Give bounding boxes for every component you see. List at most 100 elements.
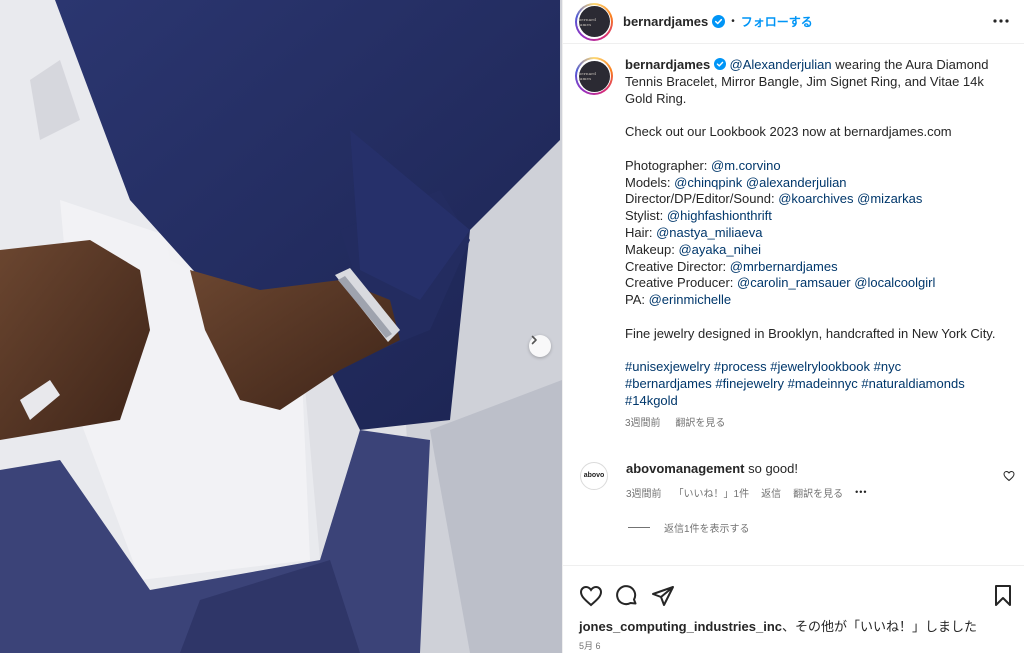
- avatar-logo: bernard james: [578, 6, 610, 37]
- post-date[interactable]: 5月 6: [563, 639, 1024, 652]
- hashtag-link[interactable]: #bernardjames: [625, 376, 712, 391]
- paper-plane-icon: [652, 585, 674, 606]
- chevron-right-icon: [531, 335, 537, 345]
- likes-summary: jones_computing_industries_inc、その他が「いいね！…: [563, 616, 1024, 635]
- credit-line: Stylist: @highfashionthrift: [625, 208, 1005, 225]
- photo-illustration: [0, 0, 562, 653]
- caption-time: 3週間前: [625, 417, 661, 429]
- comment-meta: 3週間前 「いいね！」1件 返信 翻訳を見る •••: [626, 485, 880, 500]
- caption-username[interactable]: bernardjames: [625, 57, 710, 72]
- post-panel: bernard james bernardjames • フォローする bern…: [562, 0, 1024, 653]
- comment-translate-link[interactable]: 翻訳を見る: [793, 485, 843, 500]
- credit-label: Director/DP/Editor/Sound:: [625, 191, 779, 207]
- follow-button[interactable]: フォローする: [741, 13, 813, 30]
- credit-line: Director/DP/Editor/Sound: @koarchives @m…: [625, 191, 1005, 208]
- mention-link[interactable]: @nastya_miliaeva: [656, 225, 762, 240]
- credit-line: Photographer: @m.corvino: [625, 158, 1005, 175]
- mention-link[interactable]: @alexanderjulian: [746, 175, 847, 190]
- comment-more-icon[interactable]: •••: [855, 487, 867, 497]
- credit-line: Makeup: @ayaka_nihei: [625, 242, 1005, 259]
- header-separator: •: [731, 16, 735, 27]
- liked-by-text: 、その他が「いいね！」しました: [782, 619, 978, 634]
- save-button[interactable]: [993, 584, 1013, 608]
- more-options-button[interactable]: [992, 12, 1010, 33]
- post-photo: [0, 0, 562, 653]
- see-translation-link[interactable]: 翻訳を見る: [675, 418, 725, 429]
- mention-link[interactable]: @chinqpink: [674, 175, 742, 190]
- view-replies-label: 返信1件を表示する: [664, 523, 750, 535]
- mention-link[interactable]: @highfashionthrift: [667, 208, 772, 223]
- hashtag-link[interactable]: #nyc: [874, 359, 901, 374]
- avatar-logo: bernard james: [578, 60, 610, 92]
- hashtag-link[interactable]: #jewelrylookbook: [770, 359, 870, 374]
- credit-label: Stylist:: [625, 208, 667, 224]
- mention-link[interactable]: @mizarkas: [857, 191, 922, 206]
- ellipsis-icon: [993, 19, 1009, 23]
- credit-label: Models:: [625, 174, 675, 190]
- hashtag-link[interactable]: #process: [714, 359, 767, 374]
- caption-hashtags: #unisexjewelry #process #jewelrylookbook…: [625, 359, 1005, 409]
- mention-link[interactable]: @ayaka_nihei: [678, 242, 761, 257]
- comment-button[interactable]: [615, 584, 639, 608]
- replies-divider: [628, 526, 650, 528]
- comment-bubble-icon: [616, 584, 637, 605]
- caption-fine-jewelry: Fine jewelry designed in Brooklyn, handc…: [625, 325, 996, 341]
- mention-link[interactable]: @mrbernardjames: [730, 259, 838, 274]
- bookmark-icon: [995, 584, 1011, 606]
- comments-scroll-area[interactable]: bernard james bernardjames @Alexanderjul…: [563, 44, 1024, 564]
- credit-label: Creative Producer:: [625, 275, 737, 291]
- caption-avatar[interactable]: bernard james: [575, 57, 613, 95]
- credit-line: PA: @erinmichelle: [625, 292, 1005, 309]
- reply-button[interactable]: 返信: [761, 485, 781, 500]
- credit-line: Models: @chinqpink @alexanderjulian: [625, 175, 1005, 192]
- credit-line: Hair: @nastya_miliaeva: [625, 225, 1005, 242]
- hashtag-link[interactable]: #naturaldiamonds: [861, 376, 964, 391]
- hashtag-link[interactable]: #unisexjewelry: [625, 359, 710, 374]
- credit-line: Creative Director: @mrbernardjames: [625, 259, 1005, 276]
- mention-link[interactable]: @localcoolgirl: [854, 275, 935, 290]
- comment: abovo abovomanagement so good! 3週間前 「いいね…: [563, 461, 1024, 500]
- mention-link[interactable]: @erinmichelle: [649, 292, 732, 307]
- heart-icon: [579, 585, 603, 606]
- profile-avatar[interactable]: bernard james: [575, 2, 613, 41]
- share-button[interactable]: [651, 584, 675, 608]
- like-button[interactable]: [579, 584, 603, 608]
- carousel-next-button[interactable]: [529, 335, 551, 357]
- commenter-username[interactable]: abovomanagement: [626, 461, 744, 476]
- caption-credits: Photographer: @m.corvino Models: @chinqpi…: [625, 158, 1005, 309]
- credit-label: Creative Director:: [625, 258, 730, 274]
- mention-link[interactable]: @carolin_ramsauer: [737, 275, 851, 290]
- caption-lookbook: Check out our Lookbook 2023 now at berna…: [625, 124, 952, 140]
- hashtag-line: #14kgold: [625, 393, 1005, 410]
- view-replies-button[interactable]: 返信1件を表示する: [628, 520, 1024, 535]
- comment-like-button[interactable]: [1003, 470, 1015, 485]
- caption-text: bernardjames @Alexanderjulian wearing th…: [625, 57, 1005, 433]
- credit-label: Makeup:: [625, 241, 679, 257]
- comment-time: 3週間前: [626, 488, 662, 500]
- hashtag-link[interactable]: #14kgold: [625, 393, 678, 408]
- credit-label: PA:: [625, 292, 649, 308]
- credit-label: Photographer:: [625, 157, 712, 173]
- mention-link[interactable]: @m.corvino: [711, 158, 781, 173]
- mention-link[interactable]: @Alexanderjulian: [730, 57, 832, 72]
- heart-icon: [1003, 470, 1015, 481]
- comment-text: so good!: [744, 460, 798, 476]
- caption-intro: bernardjames @Alexanderjulian wearing th…: [625, 57, 1005, 107]
- header-username[interactable]: bernardjames: [623, 14, 708, 29]
- commenter-avatar[interactable]: abovo: [580, 461, 608, 490]
- verified-badge-icon: [713, 58, 726, 70]
- hashtag-link[interactable]: #finejewelry: [715, 376, 784, 391]
- caption-meta: 3週間前 翻訳を見る: [625, 416, 1005, 433]
- mention-link[interactable]: @koarchives: [778, 191, 853, 206]
- caption: bernard james bernardjames @Alexanderjul…: [563, 44, 1024, 433]
- credit-line: Creative Producer: @carolin_ramsauer @lo…: [625, 275, 1005, 292]
- hashtag-link[interactable]: #madeinnyc: [788, 376, 858, 391]
- verified-badge-icon: [712, 15, 726, 28]
- comment-body: abovomanagement so good!: [626, 461, 880, 477]
- hashtag-line: #bernardjames #finejewelry #madeinnyc #n…: [625, 376, 1005, 393]
- post-actions: jones_computing_industries_inc、その他が「いいね！…: [563, 565, 1024, 653]
- post-header: bernard james bernardjames • フォローする: [563, 0, 1024, 44]
- comment-likes[interactable]: 「いいね！」1件: [674, 485, 750, 500]
- credit-label: Hair:: [625, 224, 657, 240]
- liked-by-username[interactable]: jones_computing_industries_inc: [579, 619, 782, 634]
